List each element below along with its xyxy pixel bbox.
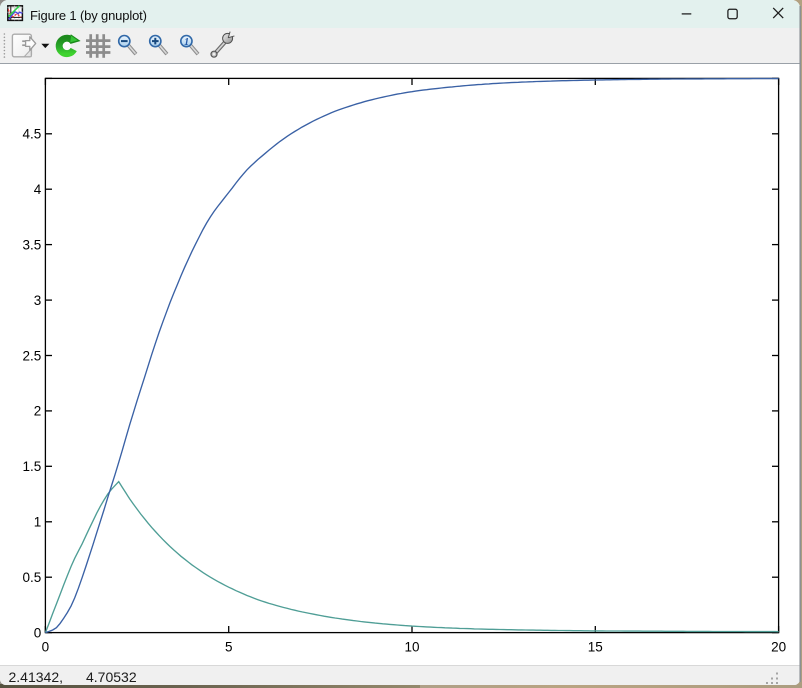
svg-text:1.5: 1.5 bbox=[23, 459, 42, 474]
svg-text:0: 0 bbox=[34, 625, 42, 640]
svg-text:10: 10 bbox=[404, 640, 419, 655]
svg-text:2.5: 2.5 bbox=[23, 348, 42, 363]
svg-text:0.5: 0.5 bbox=[23, 570, 42, 585]
svg-text:3: 3 bbox=[34, 293, 42, 308]
svg-text:4: 4 bbox=[34, 182, 42, 197]
svg-text:5: 5 bbox=[225, 640, 233, 655]
svg-text:20: 20 bbox=[771, 640, 786, 655]
svg-text:2: 2 bbox=[34, 404, 42, 419]
svg-text:3.5: 3.5 bbox=[23, 237, 42, 252]
svg-text:4.5: 4.5 bbox=[23, 127, 42, 142]
svg-text:15: 15 bbox=[588, 640, 603, 655]
svg-text:0: 0 bbox=[42, 640, 50, 655]
svg-text:1: 1 bbox=[34, 515, 42, 530]
svg-text:1: 1 bbox=[184, 37, 189, 48]
